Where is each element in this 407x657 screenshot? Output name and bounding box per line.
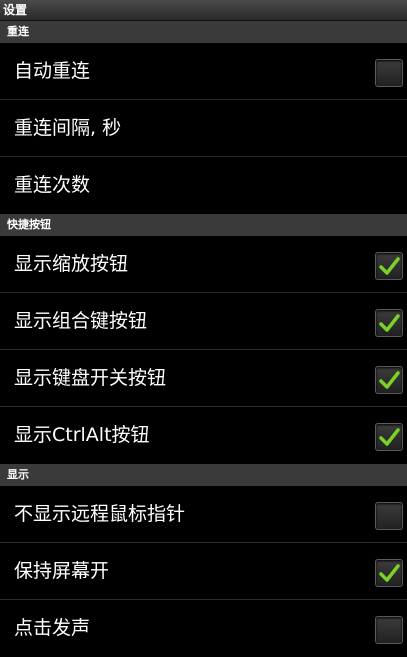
hide-remote-cursor-checkbox[interactable] <box>375 502 403 530</box>
checkmark-icon <box>379 314 400 332</box>
page-title: 设置 <box>3 3 28 17</box>
section-header-reconnect: 重连 <box>0 21 407 43</box>
pref-hide-remote-cursor[interactable]: 不显示远程鼠标指针 <box>0 486 407 543</box>
show-combo-key-checkbox[interactable] <box>375 309 403 337</box>
pref-label: 重连间隔, 秒 <box>14 117 122 139</box>
pref-label: 不显示远程鼠标指针 <box>14 503 186 525</box>
pref-label: 点击发声 <box>14 617 91 639</box>
pref-label: 显示组合键按钮 <box>14 310 148 332</box>
section-header-shortcuts: 快捷按钮 <box>0 214 407 236</box>
pref-click-sound[interactable]: 点击发声 <box>0 600 407 657</box>
pref-auto-reconnect[interactable]: 自动重连 <box>0 43 407 100</box>
pref-label: 重连次数 <box>14 174 91 196</box>
checkmark-icon <box>379 371 400 389</box>
pref-label: 显示缩放按钮 <box>14 253 129 275</box>
pref-show-zoom-button[interactable]: 显示缩放按钮 <box>0 236 407 293</box>
pref-label: 显示键盘开关按钮 <box>14 367 167 389</box>
pref-label: 保持屏幕开 <box>14 560 110 582</box>
pref-show-combo-key-button[interactable]: 显示组合键按钮 <box>0 293 407 350</box>
title-bar: 设置 <box>0 0 407 21</box>
checkmark-icon <box>379 257 400 275</box>
checkmark-icon <box>379 564 400 582</box>
show-zoom-checkbox[interactable] <box>375 252 403 280</box>
pref-label: 显示CtrlAlt按钮 <box>14 424 150 446</box>
pref-keep-screen-on[interactable]: 保持屏幕开 <box>0 543 407 600</box>
auto-reconnect-checkbox[interactable] <box>375 59 403 87</box>
pref-show-keyboard-toggle-button[interactable]: 显示键盘开关按钮 <box>0 350 407 407</box>
pref-reconnect-count[interactable]: 重连次数 <box>0 157 407 214</box>
pref-label: 自动重连 <box>14 60 91 82</box>
pref-show-ctrlalt-button[interactable]: 显示CtrlAlt按钮 <box>0 407 407 464</box>
section-header-display: 显示 <box>0 464 407 486</box>
checkmark-icon <box>379 428 400 446</box>
section-title: 快捷按钮 <box>7 218 51 231</box>
section-title: 显示 <box>7 468 29 481</box>
show-ctrlalt-checkbox[interactable] <box>375 423 403 451</box>
show-keyboard-toggle-checkbox[interactable] <box>375 366 403 394</box>
keep-screen-on-checkbox[interactable] <box>375 559 403 587</box>
section-title: 重连 <box>7 25 29 38</box>
click-sound-checkbox[interactable] <box>375 616 403 644</box>
pref-reconnect-interval[interactable]: 重连间隔, 秒 <box>0 100 407 157</box>
